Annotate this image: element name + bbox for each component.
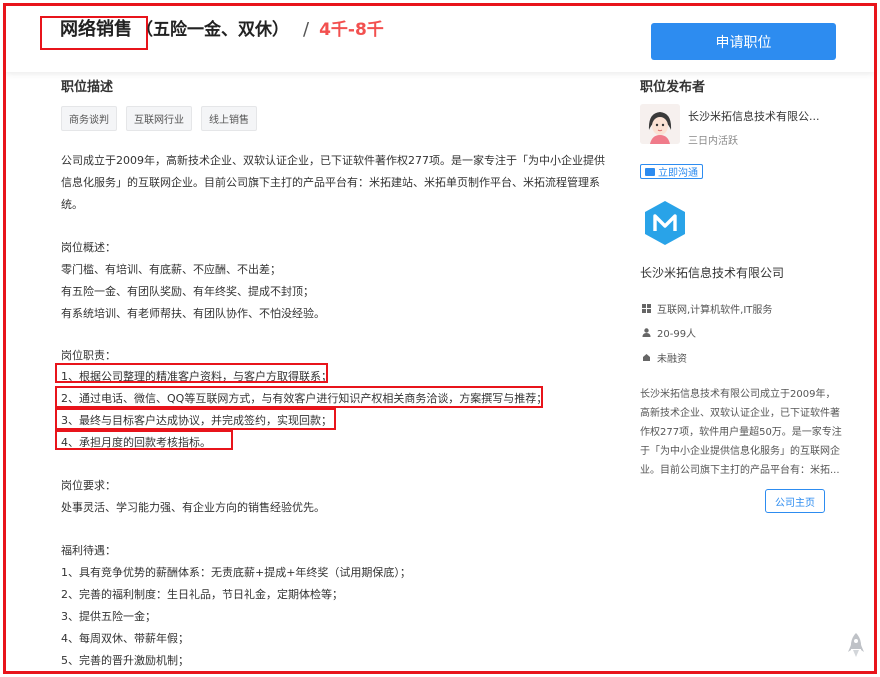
- benefit-item: 4、每周双休、带薪年假；: [61, 632, 189, 645]
- publisher-name: 长沙米拓信息技术有限公...: [688, 110, 820, 123]
- company-home-button[interactable]: 公司主页: [765, 489, 825, 513]
- description-line: 零门槛、有培训、有底薪、不应酬、不出差；: [61, 263, 281, 276]
- back-to-top-rocket-icon[interactable]: [847, 632, 865, 658]
- duty-highlight-box: [55, 408, 336, 430]
- job-tags: 商务谈判 互联网行业 线上销售: [61, 106, 266, 131]
- job-benefit-note: （五险一金、双休）: [136, 20, 289, 40]
- size-text: 20-99人: [657, 329, 697, 340]
- person-icon: [642, 328, 651, 337]
- duty-highlight-box: [55, 386, 543, 408]
- description-line: 处事灵活、学习能力强、有企业方向的销售经验优先。: [61, 501, 325, 514]
- title-separator: /: [303, 19, 310, 40]
- chat-icon: [645, 167, 655, 176]
- job-tag: 互联网行业: [126, 106, 192, 131]
- publisher-section-title: 职位发布者: [640, 80, 706, 95]
- company-size: 20-99人: [642, 325, 696, 340]
- company-logo[interactable]: [642, 200, 688, 246]
- company-intro-line: 作权277项，软件用户量超50万。是一家专注: [640, 427, 842, 438]
- company-intro-line: 长沙米拓信息技术有限公司成立于2009年，: [640, 389, 836, 400]
- company-industry: 互联网,计算机软件,IT服务: [642, 301, 772, 316]
- benefit-item: 5、完善的晋升激励机制；: [61, 654, 189, 667]
- avatar[interactable]: [640, 104, 680, 144]
- company-intro-line: 高新技术企业、双软认证企业，已下证软件著: [640, 408, 840, 419]
- chat-now-label: 立即沟通: [658, 168, 698, 179]
- benefit-item: 2、完善的福利制度：生日礼品，节日礼金，定期体检等；: [61, 588, 343, 601]
- funding-text: 未融资: [657, 354, 687, 365]
- job-tag: 商务谈判: [61, 106, 117, 131]
- duty-highlight-box: [55, 363, 328, 383]
- job-title: 网络销售: [60, 19, 132, 40]
- company-name[interactable]: 长沙米拓信息技术有限公司: [640, 264, 784, 281]
- company-funding: 未融资: [642, 350, 687, 365]
- description-heading: 福利待遇：: [61, 544, 116, 557]
- benefit-item: 3、提供五险一金；: [61, 610, 156, 623]
- benefit-item: 1、具有竞争优势的薪酬体系：无责底薪+提成+年终奖（试用期保底）；: [61, 566, 411, 579]
- company-intro-line: 业。目前公司旗下主打的产品平台有：米拓...: [640, 465, 840, 476]
- funding-icon: [642, 353, 651, 362]
- description-line: 有系统培训、有老师帮扶、有团队协作、不怕没经验。: [61, 307, 325, 320]
- description-heading: 岗位职责：: [61, 349, 116, 362]
- description-line: 有五险一金、有团队奖励、有年终奖、提成不封顶；: [61, 285, 314, 298]
- description-heading: 岗位要求：: [61, 479, 116, 492]
- grid-icon: [642, 304, 651, 313]
- company-intro-line: 于「为中小企业提供信息化服务」的互联网企: [640, 446, 840, 457]
- salary-range: 4千-8千: [319, 20, 384, 40]
- duty-highlight-box: [55, 430, 233, 450]
- apply-button[interactable]: 申请职位: [651, 23, 836, 60]
- description-line: 公司成立于2009年，高新技术企业、双软认证企业，已下证软件著作权277项。是一…: [61, 154, 605, 167]
- description-line: 统。: [61, 198, 83, 211]
- job-title-row: 网络销售 （五险一金、双休） / 4千-8千: [56, 15, 384, 41]
- job-description-title: 职位描述: [61, 80, 114, 95]
- job-tag: 线上销售: [201, 106, 257, 131]
- description-heading: 岗位概述：: [61, 241, 116, 254]
- description-line: 信息化服务」的互联网企业。目前公司旗下主打的产品平台有：米拓建站、米拓单页制作平…: [61, 176, 600, 189]
- chat-now-button[interactable]: 立即沟通: [640, 164, 703, 179]
- industry-text: 互联网,计算机软件,IT服务: [657, 305, 773, 316]
- publisher-active-status: 三日内活跃: [688, 136, 738, 147]
